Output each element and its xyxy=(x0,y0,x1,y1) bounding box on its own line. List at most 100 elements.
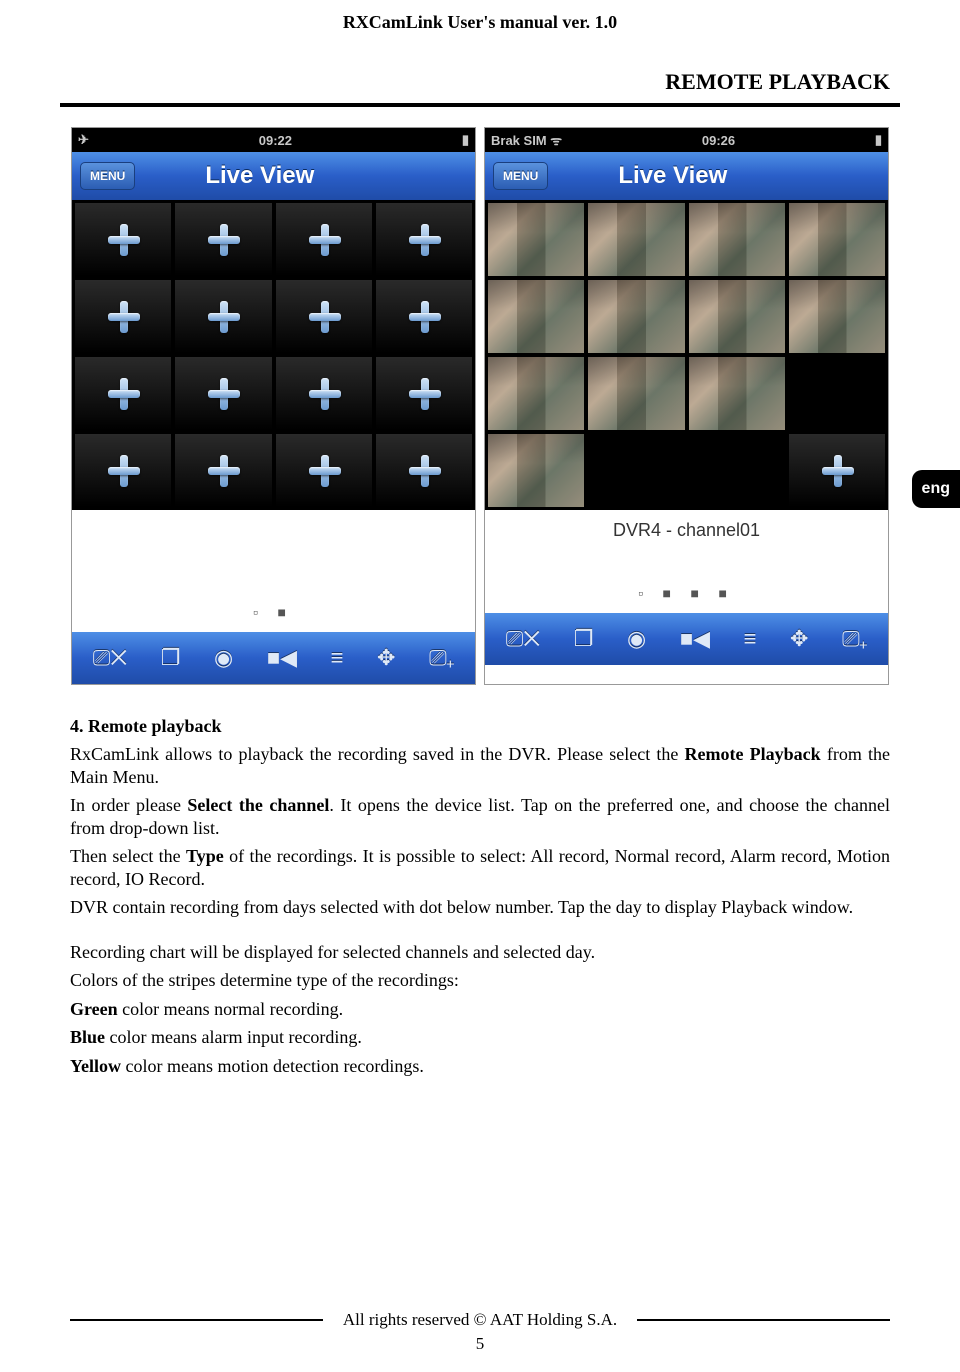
add-grid-icon[interactable]: ⎚₊ xyxy=(429,645,454,671)
grid-cell[interactable] xyxy=(376,203,472,276)
plus-icon xyxy=(307,376,341,410)
grid-cell[interactable] xyxy=(276,280,372,353)
camera-thumbnail xyxy=(488,357,584,430)
text: RxCamLink allows to playback the recordi… xyxy=(70,744,685,764)
plus-icon xyxy=(307,222,341,256)
plus-icon xyxy=(407,453,441,487)
grid-cell[interactable] xyxy=(488,203,584,276)
text: In order please xyxy=(70,795,187,815)
grid-cell[interactable] xyxy=(75,203,171,276)
camera-thumbnail xyxy=(689,203,785,276)
text: DVR contain recording from days selected… xyxy=(70,896,890,919)
grid-cell[interactable] xyxy=(588,434,684,507)
plus-icon xyxy=(307,299,341,333)
close-grid-icon[interactable]: ⎚✕ xyxy=(93,645,127,671)
bold-term: Select the channel xyxy=(187,795,329,815)
text: Then select the xyxy=(70,846,186,866)
plus-icon xyxy=(820,453,854,487)
grid-cell[interactable] xyxy=(376,280,472,353)
body-text: 4. Remote playback RxCamLink allows to p… xyxy=(70,715,890,1078)
plus-icon xyxy=(106,453,140,487)
menu-button[interactable]: MENU xyxy=(493,162,548,190)
grid-cell[interactable] xyxy=(376,434,472,507)
camera-grid xyxy=(72,200,475,510)
bold-term: Remote Playback xyxy=(685,744,821,764)
grid-cell[interactable] xyxy=(175,280,271,353)
language-tab: eng xyxy=(912,470,960,508)
footer-rule xyxy=(637,1319,890,1321)
footer-text: All rights reserved © AAT Holding S.A. xyxy=(343,1310,617,1330)
plus-icon xyxy=(407,376,441,410)
carrier-text: Brak SIM ᯤ xyxy=(491,131,562,149)
plus-icon xyxy=(106,299,140,333)
airplane-icon: ✈ xyxy=(78,132,89,148)
record-icon[interactable]: ■◀ xyxy=(267,645,297,671)
plus-icon xyxy=(106,222,140,256)
app-title: Live View xyxy=(205,162,314,190)
grid-cell[interactable] xyxy=(488,280,584,353)
page-number: 5 xyxy=(0,1334,960,1354)
grid-cell[interactable] xyxy=(276,203,372,276)
plus-icon xyxy=(206,453,240,487)
grid-cell[interactable] xyxy=(588,280,684,353)
grid-cell[interactable] xyxy=(488,357,584,430)
camera-thumbnail xyxy=(588,280,684,353)
grid-cell[interactable] xyxy=(488,434,584,507)
grid-cell[interactable] xyxy=(689,203,785,276)
text: Colors of the stripes determine type of … xyxy=(70,969,890,992)
battery-icon: ▮ xyxy=(875,132,882,148)
status-time: 09:22 xyxy=(259,133,292,148)
grid-cell[interactable] xyxy=(376,357,472,430)
grid-cell[interactable] xyxy=(588,203,684,276)
section-title: REMOTE PLAYBACK xyxy=(0,39,960,103)
grid-cell[interactable] xyxy=(789,280,885,353)
phone-right: Brak SIM ᯤ 09:26 ▮ MENU Live View xyxy=(484,127,889,685)
camera-thumbnail xyxy=(588,203,684,276)
status-time: 09:26 xyxy=(702,133,735,148)
title-underline xyxy=(60,103,900,107)
text: color means normal recording. xyxy=(118,999,343,1019)
close-grid-icon[interactable]: ⎚✕ xyxy=(506,626,540,652)
grid-cell[interactable] xyxy=(789,357,885,430)
list-icon[interactable]: ≡ xyxy=(744,626,757,652)
grid-cell[interactable] xyxy=(789,434,885,507)
grid-cell[interactable] xyxy=(75,434,171,507)
grid-cell[interactable] xyxy=(789,203,885,276)
camera-icon[interactable]: ◉ xyxy=(627,626,646,652)
multi-window-icon[interactable]: ❐ xyxy=(161,645,181,671)
grid-cell[interactable] xyxy=(175,357,271,430)
multi-window-icon[interactable]: ❐ xyxy=(574,626,594,652)
text: Recording chart will be displayed for se… xyxy=(70,941,890,964)
plus-icon xyxy=(307,453,341,487)
camera-thumbnail xyxy=(488,434,584,507)
grid-cell[interactable] xyxy=(689,434,785,507)
camera-thumbnail xyxy=(789,280,885,353)
status-bar: Brak SIM ᯤ 09:26 ▮ xyxy=(485,128,888,152)
grid-cell[interactable] xyxy=(75,280,171,353)
add-grid-icon[interactable]: ⎚₊ xyxy=(842,626,867,652)
list-icon[interactable]: ≡ xyxy=(331,645,344,671)
camera-thumbnail xyxy=(588,357,684,430)
grid-cell[interactable] xyxy=(689,357,785,430)
grid-cell[interactable] xyxy=(276,357,372,430)
ptz-icon[interactable]: ✥ xyxy=(790,626,808,652)
grid-cell[interactable] xyxy=(75,357,171,430)
record-icon[interactable]: ■◀ xyxy=(680,626,710,652)
grid-cell[interactable] xyxy=(276,434,372,507)
menu-button[interactable]: MENU xyxy=(80,162,135,190)
grid-cell[interactable] xyxy=(175,203,271,276)
bottom-toolbar: ⎚✕ ❐ ◉ ■◀ ≡ ✥ ⎚₊ xyxy=(72,632,475,684)
camera-icon[interactable]: ◉ xyxy=(214,645,233,671)
page-indicator: ▫ ■ xyxy=(72,600,475,632)
grid-cell[interactable] xyxy=(588,357,684,430)
ptz-icon[interactable]: ✥ xyxy=(377,645,395,671)
screenshot-row: ✈ 09:22 ▮ MENU Live View ▫ ■ xyxy=(60,127,900,685)
grid-cell[interactable] xyxy=(175,434,271,507)
bold-term: Yellow xyxy=(70,1056,121,1076)
grid-cell[interactable] xyxy=(689,280,785,353)
app-header: MENU Live View xyxy=(485,152,888,200)
camera-thumbnail xyxy=(488,280,584,353)
footer-rule xyxy=(70,1319,323,1321)
text: color means alarm input recording. xyxy=(105,1027,362,1047)
phone-left: ✈ 09:22 ▮ MENU Live View ▫ ■ xyxy=(71,127,476,685)
